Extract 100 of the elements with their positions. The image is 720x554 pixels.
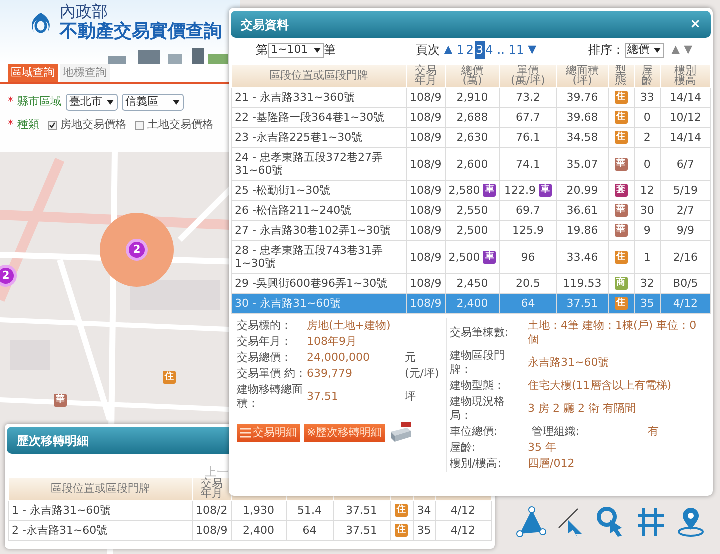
table-cell: 2,910 <box>456 91 488 104</box>
table-cell: 108/9 <box>410 91 442 104</box>
table-cell: 34.58 <box>566 131 598 144</box>
search-tab[interactable]: 區域查詢 <box>8 64 58 82</box>
table-cell: 22 -基隆路一段364巷1~30號 <box>235 111 385 124</box>
table-cell: 9 <box>644 224 651 237</box>
column-header: 型 態 <box>616 66 627 86</box>
table-cell: 2,400 <box>242 524 274 537</box>
table-cell: 64 <box>302 524 317 537</box>
map-pin-icon[interactable] <box>676 506 706 538</box>
range-select[interactable]: 1~101 <box>268 42 324 58</box>
table-cell: 30 <box>640 204 654 217</box>
grid-icon[interactable] <box>636 506 666 538</box>
page-link[interactable]: 11 <box>508 41 526 59</box>
dialog-title: 歷次移轉明細 <box>17 432 89 450</box>
caret-icon <box>172 100 180 105</box>
table-cell: 30 - 永吉路31~60號 <box>235 297 342 310</box>
detail-value: 35 年 <box>528 441 556 455</box>
table-cell: 34 <box>417 504 432 517</box>
type-badge: 套 <box>614 184 628 198</box>
checkbox[interactable] <box>48 120 56 130</box>
detail-value: 四層/012 <box>528 457 575 471</box>
table-cell: 26 -松信路211~240號 <box>235 204 352 217</box>
checkbox-label[interactable]: 土地交易價格 <box>148 117 214 134</box>
table-row[interactable]: 28 - 忠孝東路五段743巷31弄1~30號 108/9 2,500 車 96 33.46 住 1 2/16 <box>232 240 710 274</box>
detail-unit: (元/坪) <box>405 367 440 381</box>
checkbox-label[interactable]: 房地交易價格 <box>60 117 126 134</box>
table-row[interactable]: 26 -松信路211~240號 108/9 2,550 69.7 36.61 華 30 2/7 <box>232 200 710 220</box>
table-row[interactable]: 21 - 永吉路331~360號 108/9 2,910 73.2 39.76 住 33 14/14 <box>232 88 710 108</box>
table-cell: 12 <box>640 184 654 197</box>
table-row[interactable]: 27 - 永吉路30巷102弄1~30號 108/9 2,500 125.9 19.86 華 9 9/9 <box>232 220 710 240</box>
table-cell: 5/19 <box>673 184 698 197</box>
range-suffix: 筆 <box>324 42 336 59</box>
table-cell: 108/2 <box>196 504 228 517</box>
type-badge: 華 <box>614 158 628 171</box>
table-row[interactable]: 22 -基隆路一段364巷1~30號 108/9 2,688 67.7 39.68 住 0 10/12 <box>232 108 710 128</box>
table-cell: 39.76 <box>566 91 598 104</box>
sort-asc-button[interactable]: ▲ <box>672 42 680 58</box>
type-badge: 住 <box>395 524 408 538</box>
table-cell: 2,630 <box>456 131 488 144</box>
page-link[interactable]: 2 <box>465 41 475 59</box>
polygon-icon[interactable] <box>516 506 546 538</box>
search-tab[interactable]: 地標查詢 <box>60 64 110 82</box>
list-icon <box>240 428 251 438</box>
printer-icon[interactable] <box>389 422 414 444</box>
table-cell: 108/9 <box>410 204 442 217</box>
sort-select[interactable]: 總價 <box>624 42 664 58</box>
prev-page-button[interactable]: ▲ <box>444 42 453 58</box>
type-badge: 住 <box>614 297 628 310</box>
close-button[interactable]: × <box>690 18 701 31</box>
table-cell: 25 -松勤街1~30號 <box>235 184 331 197</box>
detail-label: 交易總價： <box>237 351 293 365</box>
detail-label: 建物型態： <box>450 379 506 393</box>
pager-label: 頁次 <box>416 42 440 59</box>
table-cell: 2 -永吉路31~60號 <box>12 524 108 537</box>
table-row[interactable]: 29 -吳興街600巷96弄1~30號 108/9 2,450 20.5 119.53 商 32 B0/5 <box>232 274 710 294</box>
detail-value: 土地：4筆 建物：1棟(戶) 車位：0個 <box>528 319 698 347</box>
detail-label: 管理組織: <box>531 425 581 439</box>
site-title: 不動產交易實價查詢 <box>60 22 222 42</box>
parking-badge: 車 <box>538 184 552 197</box>
column-header: 交易 年月 <box>200 479 223 499</box>
page-link[interactable]: 1 <box>456 41 466 59</box>
type-badge: 住 <box>614 131 628 144</box>
table-cell: 2,688 <box>456 111 488 124</box>
next-page-button[interactable]: ▼ <box>528 42 537 58</box>
district-select[interactable]: 信義區 <box>122 94 184 111</box>
type-badge: 華 <box>614 224 628 238</box>
table-cell: 1 - 永吉路31~60號 <box>12 504 112 517</box>
table-cell: 33 <box>640 91 654 104</box>
detail-value: 639,779 <box>307 367 354 381</box>
sort-desc-button[interactable]: ▼ <box>684 42 693 58</box>
table-row[interactable]: 1 - 永吉路31~60號 108/2 1,930 51.4 37.51 住 34 4/12 <box>8 500 492 520</box>
map-marker: 住 <box>163 371 176 384</box>
table-cell: 108/9 <box>410 184 442 197</box>
detail-label: 交易筆棟數: <box>450 326 510 340</box>
table-row[interactable]: 24 - 忠孝東路五段372巷27弄31~60號 108/9 2,600 74.1 35.07 華 0 6/7 <box>232 148 710 180</box>
checkbox[interactable] <box>134 120 144 130</box>
type-badge: 住 <box>614 91 628 104</box>
table-row[interactable]: 23 -永吉路225巷1~30號 108/9 2,630 76.1 34.58 住 2 14/14 <box>232 128 710 148</box>
type-badge: 商 <box>614 277 628 290</box>
column-header: 單價 (萬/坪) <box>511 66 546 86</box>
table-row[interactable]: 2 -永吉路31~60號 108/9 2,400 64 37.51 住 35 4/12 <box>8 520 492 540</box>
detail-value: 有 <box>648 425 659 439</box>
page-link[interactable]: 4 <box>484 41 494 59</box>
city-select[interactable]: 臺北市 <box>66 94 118 111</box>
table-cell: 35 <box>417 524 432 537</box>
table-cell: 2/7 <box>676 204 695 217</box>
column-header: 總價 (萬) <box>462 66 484 86</box>
page-link[interactable]: 3 <box>474 41 485 59</box>
column-header: 屋 齡 <box>642 66 653 86</box>
table-cell: 76.1 <box>516 131 540 144</box>
table-cell: 33.46 <box>566 250 598 264</box>
table-cell: 108/9 <box>196 524 228 537</box>
table-cell: 108/9 <box>410 250 442 264</box>
table-cell: 119.53 <box>563 277 602 290</box>
range-prefix: 第 <box>256 42 268 59</box>
detail-value: 房地(土地+建物) <box>307 319 392 333</box>
table-cell: 125.9 <box>512 224 544 237</box>
table-row[interactable]: 25 -松勤街1~30號 108/9 2,580 車 122.9 車 20.99 套 12 5/19 <box>232 180 710 200</box>
table-row[interactable]: 30 - 永吉路31~60號 108/9 2,400 64 37.51 住 35 4/12 <box>232 294 710 314</box>
